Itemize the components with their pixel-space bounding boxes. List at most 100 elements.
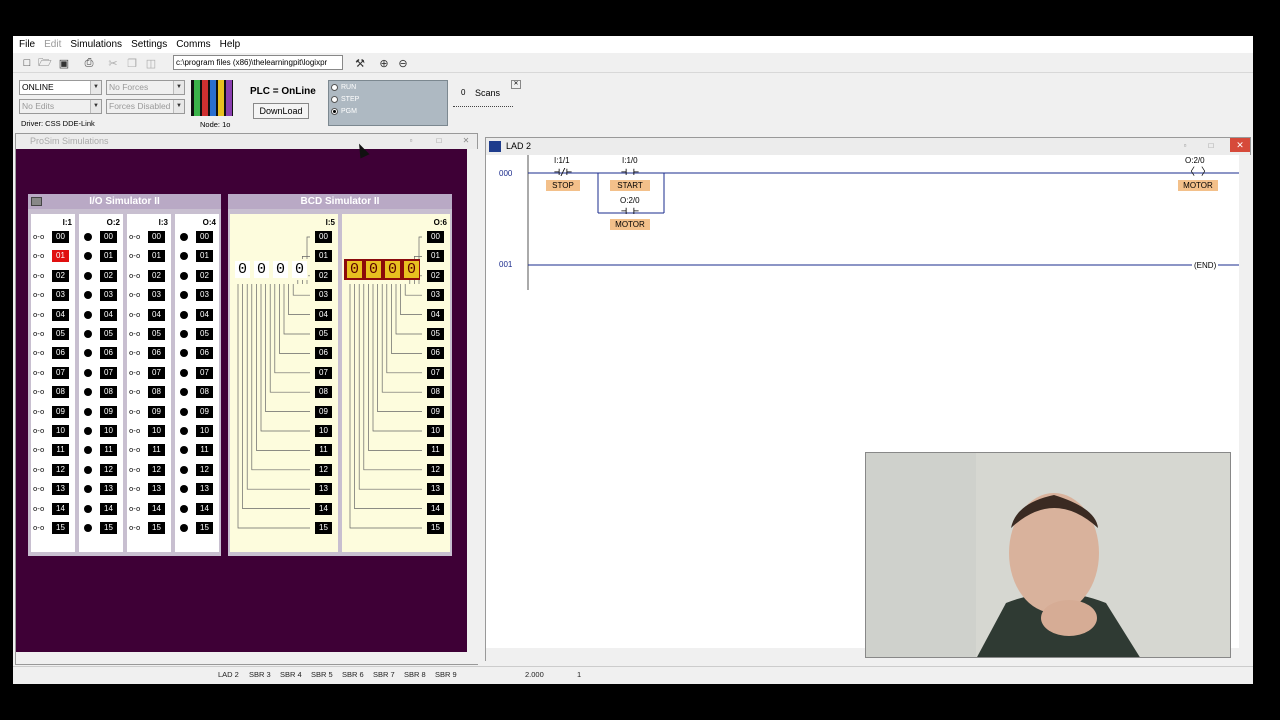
menu-edit[interactable]: Edit xyxy=(44,39,61,50)
copy-icon[interactable]: ❐ xyxy=(124,55,140,71)
switch-icon[interactable]: o‐o xyxy=(33,369,49,377)
program-tab[interactable]: LAD 2 xyxy=(218,670,239,679)
input-switch-row[interactable]: o‐o 06 xyxy=(127,346,171,360)
input-switch-row[interactable]: o‐o 15 xyxy=(127,521,171,535)
scans-value[interactable]: 0 xyxy=(461,88,465,97)
menu-settings[interactable]: Settings xyxy=(131,39,167,50)
switch-icon[interactable]: o‐o xyxy=(129,427,145,435)
maximize-icon[interactable]: □ xyxy=(1204,141,1218,152)
switch-icon[interactable]: o‐o xyxy=(129,233,145,241)
switch-icon[interactable]: o‐o xyxy=(129,311,145,319)
switch-icon[interactable]: o‐o xyxy=(33,233,49,241)
switch-icon[interactable]: o‐o xyxy=(33,485,49,493)
maximize-icon[interactable]: □ xyxy=(432,136,446,147)
vertical-scrollbar[interactable] xyxy=(1239,155,1251,649)
switch-icon[interactable]: o‐o xyxy=(33,408,49,416)
switch-icon[interactable]: o‐o xyxy=(129,505,145,513)
switch-icon[interactable]: o‐o xyxy=(129,524,145,532)
switch-icon[interactable]: o‐o xyxy=(129,272,145,280)
mode-step[interactable]: STEP xyxy=(331,96,359,103)
menu-comms[interactable]: Comms xyxy=(176,39,210,50)
switch-icon[interactable]: o‐o xyxy=(33,272,49,280)
input-switch-row[interactable]: o‐o 15 xyxy=(31,521,75,535)
switch-icon[interactable]: o‐o xyxy=(129,252,145,260)
input-switch-row[interactable]: o‐o 12 xyxy=(127,463,171,477)
tools-icon[interactable]: ⚒ xyxy=(352,55,368,71)
print-icon[interactable]: ⎙ xyxy=(81,55,97,71)
switch-icon[interactable]: o‐o xyxy=(33,466,49,474)
panel-menu-icon[interactable] xyxy=(31,197,42,206)
switch-icon[interactable]: o‐o xyxy=(33,524,49,532)
switch-icon[interactable]: o‐o xyxy=(33,311,49,319)
program-tab[interactable]: SBR 6 xyxy=(342,670,364,679)
input-switch-row[interactable]: o‐o 02 xyxy=(31,269,75,283)
input-switch-row[interactable]: o‐o 07 xyxy=(127,366,171,380)
path-field[interactable]: c:\program files (x86)\thelearningpit\lo… xyxy=(173,55,343,70)
download-button[interactable]: DownLoad xyxy=(253,103,309,119)
new-file-icon[interactable]: □ xyxy=(19,55,35,71)
switch-icon[interactable]: o‐o xyxy=(129,369,145,377)
switch-icon[interactable]: o‐o xyxy=(33,505,49,513)
close-icon[interactable]: ✕ xyxy=(459,136,473,147)
zoom-out-icon[interactable]: ⊖ xyxy=(395,55,411,71)
vertical-scrollbar[interactable] xyxy=(467,149,478,652)
input-switch-row[interactable]: o‐o 12 xyxy=(31,463,75,477)
switch-icon[interactable]: o‐o xyxy=(129,388,145,396)
menu-simulations[interactable]: Simulations xyxy=(70,39,122,50)
switch-icon[interactable]: o‐o xyxy=(33,427,49,435)
menu-help[interactable]: Help xyxy=(220,39,241,50)
edits-combo[interactable]: No Edits ▼ xyxy=(19,99,102,114)
program-tab[interactable]: SBR 9 xyxy=(435,670,457,679)
input-switch-row[interactable]: o‐o 11 xyxy=(127,443,171,457)
switch-icon[interactable]: o‐o xyxy=(129,485,145,493)
stop-contact-nc[interactable]: ⊣/⊢ xyxy=(554,168,572,178)
switch-icon[interactable]: o‐o xyxy=(33,252,49,260)
zoom-in-icon[interactable]: ⊕ xyxy=(376,55,392,71)
motor-contact-no[interactable]: ⊣ ⊢ xyxy=(621,207,639,217)
forces-disabled-combo[interactable]: Forces Disabled ▼ xyxy=(106,99,185,114)
input-switch-row[interactable]: o‐o 14 xyxy=(127,502,171,516)
switch-icon[interactable]: o‐o xyxy=(33,388,49,396)
switch-icon[interactable]: o‐o xyxy=(129,446,145,454)
switch-icon[interactable]: o‐o xyxy=(129,349,145,357)
input-switch-row[interactable]: o‐o 05 xyxy=(127,327,171,341)
menu-file[interactable]: File xyxy=(19,39,35,50)
forces-combo[interactable]: No Forces ▼ xyxy=(106,80,185,95)
panel-close-icon[interactable]: ✕ xyxy=(511,80,521,89)
input-switch-row[interactable]: o‐o 08 xyxy=(127,385,171,399)
horizontal-scrollbar[interactable] xyxy=(16,652,478,664)
input-switch-row[interactable]: o‐o 13 xyxy=(31,482,75,496)
input-switch-row[interactable]: o‐o 04 xyxy=(31,308,75,322)
motor-coil[interactable]: 〈 〉 xyxy=(1185,168,1211,178)
input-switch-row[interactable]: o‐o 00 xyxy=(31,230,75,244)
switch-icon[interactable]: o‐o xyxy=(33,349,49,357)
start-contact-no[interactable]: ⊣ ⊢ xyxy=(621,168,639,178)
switch-icon[interactable]: o‐o xyxy=(129,408,145,416)
input-switch-row[interactable]: o‐o 09 xyxy=(31,405,75,419)
input-switch-row[interactable]: o‐o 02 xyxy=(127,269,171,283)
input-switch-row[interactable]: o‐o 06 xyxy=(31,346,75,360)
input-switch-row[interactable]: o‐o 07 xyxy=(31,366,75,380)
input-switch-row[interactable]: o‐o 05 xyxy=(31,327,75,341)
scan-slider[interactable] xyxy=(453,106,513,107)
bcd-input-display[interactable]: 0000 xyxy=(232,259,308,280)
program-tab[interactable]: SBR 8 xyxy=(404,670,426,679)
switch-icon[interactable]: o‐o xyxy=(33,291,49,299)
input-switch-row[interactable]: o‐o 01 xyxy=(127,249,171,263)
input-switch-row[interactable]: o‐o 03 xyxy=(31,288,75,302)
mode-run[interactable]: RUN xyxy=(331,84,356,91)
input-switch-row[interactable]: o‐o 00 xyxy=(127,230,171,244)
input-switch-row[interactable]: o‐o 14 xyxy=(31,502,75,516)
input-switch-row[interactable]: o‐o 09 xyxy=(127,405,171,419)
input-switch-row[interactable]: o‐o 10 xyxy=(31,424,75,438)
paste-icon[interactable]: ◫ xyxy=(143,55,159,71)
program-tab[interactable]: SBR 3 xyxy=(249,670,271,679)
switch-icon[interactable]: o‐o xyxy=(129,291,145,299)
switch-icon[interactable]: o‐o xyxy=(33,446,49,454)
switch-icon[interactable]: o‐o xyxy=(129,466,145,474)
program-tab[interactable]: SBR 7 xyxy=(373,670,395,679)
mode-combo[interactable]: ONLINE ▼ xyxy=(19,80,102,95)
minimize-icon[interactable]: ▫ xyxy=(1178,141,1192,152)
input-switch-row[interactable]: o‐o 13 xyxy=(127,482,171,496)
input-switch-row[interactable]: o‐o 03 xyxy=(127,288,171,302)
